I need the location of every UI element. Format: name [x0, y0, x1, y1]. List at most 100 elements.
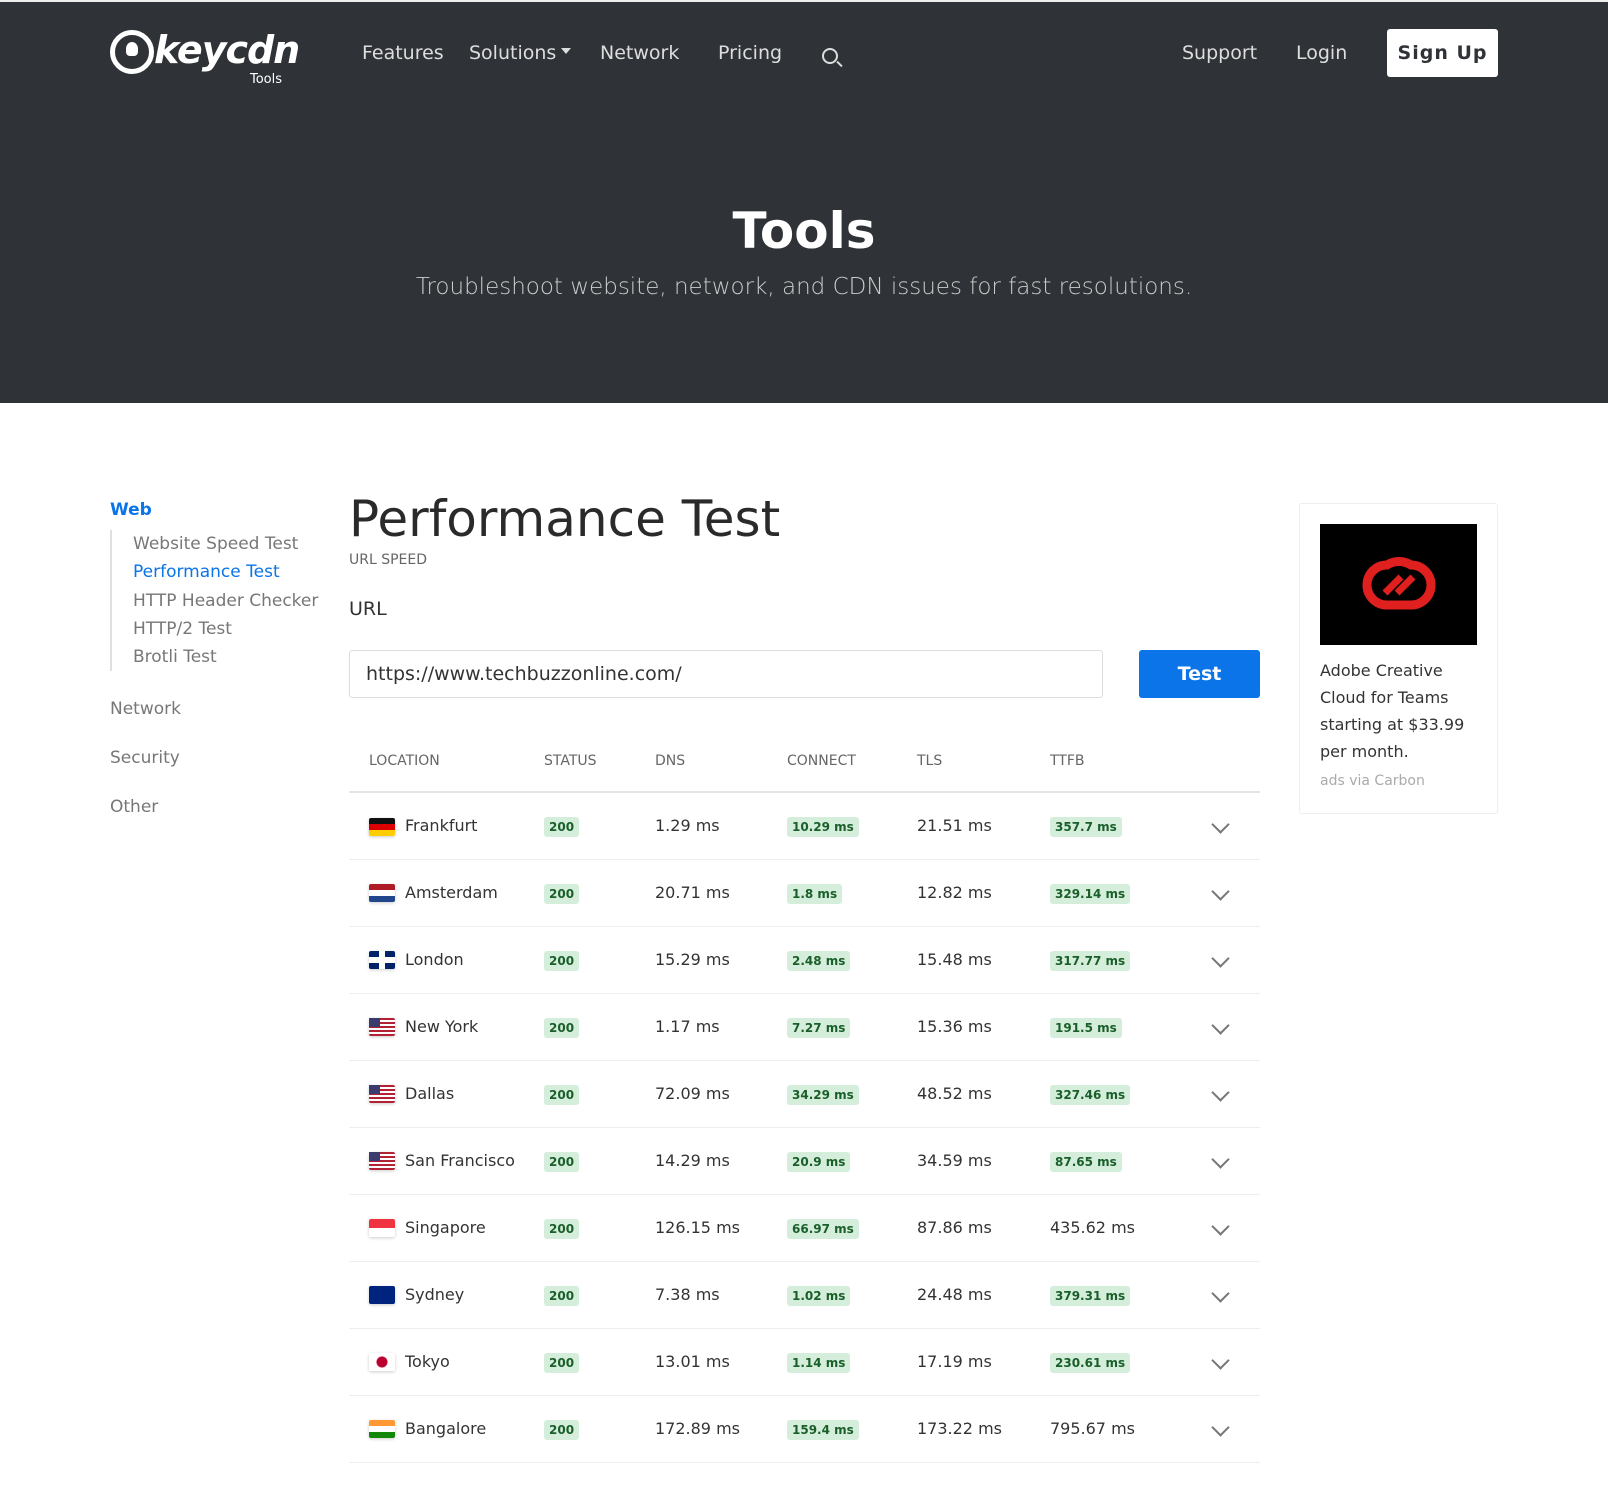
ttfb-value: 87.65 ms: [1050, 1152, 1122, 1172]
cell-connect: 34.29 ms: [787, 1060, 917, 1128]
cell-expand[interactable]: [1180, 993, 1260, 1061]
ttfb-value: 357.7 ms: [1050, 817, 1122, 838]
table-row[interactable]: London 200 15.29 ms 2.48 ms 15.48 ms 317.77 m…: [349, 926, 1260, 994]
dns-value: 13.01 ms: [655, 1352, 730, 1371]
column-header-dns: DNS: [655, 730, 787, 793]
chevron-down-icon[interactable]: [1210, 1150, 1230, 1169]
sidebar-item-brotli-test[interactable]: Brotli Test: [133, 643, 318, 671]
column-header-status: STATUS: [544, 730, 655, 793]
cell-expand[interactable]: [1180, 792, 1260, 860]
cell-location: Frankfurt: [349, 792, 544, 860]
table-row[interactable]: New York 200 1.17 ms 7.27 ms 15.36 ms 191.5 m…: [349, 993, 1260, 1061]
column-header-connect: CONNECT: [787, 730, 917, 793]
search-icon[interactable]: [822, 48, 838, 64]
tls-value: 34.59 ms: [917, 1151, 992, 1170]
cell-ttfb: 327.46 ms: [1050, 1060, 1180, 1128]
chevron-down-icon[interactable]: [1210, 815, 1230, 834]
cell-dns: 172.89 ms: [655, 1395, 787, 1463]
chevron-down-icon[interactable]: [1210, 882, 1230, 901]
sidebar-web[interactable]: Web: [110, 500, 318, 520]
ttfb-value: 191.5 ms: [1050, 1018, 1122, 1038]
sidebar-security[interactable]: Security: [110, 748, 318, 768]
cell-status: 200: [544, 859, 655, 927]
nav-pricing[interactable]: Pricing: [718, 42, 782, 64]
chevron-down-icon[interactable]: [1210, 949, 1230, 968]
sidebar-other[interactable]: Other: [110, 797, 318, 817]
nav-solutions[interactable]: Solutions: [469, 42, 572, 64]
chevron-down-icon[interactable]: [1210, 1083, 1230, 1102]
table-row[interactable]: Bangalore 200 172.89 ms 159.4 ms 173.22 ms 79…: [349, 1395, 1260, 1463]
cell-connect: 1.8 ms: [787, 859, 917, 927]
status-value: 200: [544, 884, 580, 904]
cell-expand[interactable]: [1180, 1127, 1260, 1195]
cell-connect: 1.14 ms: [787, 1328, 917, 1396]
table-row[interactable]: Dallas 200 72.09 ms 34.29 ms 48.52 ms 327.46 …: [349, 1060, 1260, 1128]
flag-us-icon: [369, 1018, 395, 1037]
column-header-location: LOCATION: [349, 730, 544, 793]
sidebar-item-http2-test[interactable]: HTTP/2 Test: [133, 615, 318, 643]
table-row[interactable]: Amsterdam 200 20.71 ms 1.8 ms 12.82 ms 329.14…: [349, 859, 1260, 927]
cell-expand[interactable]: [1180, 1060, 1260, 1128]
cell-location: San Francisco: [349, 1127, 544, 1195]
ad-attribution[interactable]: ads via Carbon: [1320, 773, 1477, 789]
cell-expand[interactable]: [1180, 926, 1260, 994]
keycdn-logo[interactable]: keycdn Tools: [110, 28, 300, 87]
hero-title: Tools: [732, 202, 876, 260]
chevron-down-icon[interactable]: [1210, 1351, 1230, 1370]
column-header-ttfb: TTFB: [1050, 730, 1180, 793]
nav-login[interactable]: Login: [1296, 42, 1347, 64]
hero-subtitle: Troubleshoot website, network, and CDN i…: [415, 274, 1193, 300]
url-input[interactable]: [349, 650, 1103, 698]
status-value: 200: [544, 1353, 580, 1373]
chevron-down-icon[interactable]: [1210, 1284, 1230, 1303]
table-row[interactable]: Tokyo 200 13.01 ms 1.14 ms 17.19 ms 230.61 ms: [349, 1328, 1260, 1396]
cell-connect: 7.27 ms: [787, 993, 917, 1061]
table-row[interactable]: San Francisco 200 14.29 ms 20.9 ms 34.59 ms 8…: [349, 1127, 1260, 1195]
cell-ttfb: 317.77 ms: [1050, 926, 1180, 994]
dns-value: 72.09 ms: [655, 1084, 730, 1103]
sidebar-network[interactable]: Network: [110, 699, 318, 719]
cell-tls: 24.48 ms: [917, 1261, 1050, 1329]
nav-network[interactable]: Network: [600, 42, 679, 64]
test-button[interactable]: Test: [1139, 650, 1260, 698]
tls-value: 12.82 ms: [917, 883, 992, 902]
adobe-cc-logo[interactable]: [1320, 524, 1477, 645]
table-row[interactable]: Frankfurt 200 1.29 ms 10.29 ms 21.51 ms 357.7…: [349, 792, 1260, 860]
cell-expand[interactable]: [1180, 1395, 1260, 1463]
ttfb-value: 379.31 ms: [1050, 1286, 1131, 1306]
location-name: Frankfurt: [405, 816, 478, 835]
connect-value: 159.4 ms: [787, 1420, 859, 1440]
cell-expand[interactable]: [1180, 859, 1260, 927]
cell-ttfb: 87.65 ms: [1050, 1127, 1180, 1195]
sidebar-item-http-header-checker[interactable]: HTTP Header Checker: [133, 586, 318, 615]
cell-expand[interactable]: [1180, 1261, 1260, 1329]
location-name: London: [405, 949, 464, 969]
connect-value: 20.9 ms: [787, 1152, 851, 1172]
cell-expand[interactable]: [1180, 1194, 1260, 1262]
url-label: URL: [349, 598, 387, 620]
chevron-down-icon[interactable]: [1210, 1418, 1230, 1437]
connect-value: 2.48 ms: [787, 951, 851, 971]
cell-location: Sydney: [349, 1261, 544, 1329]
cell-status: 200: [544, 792, 655, 860]
table-row[interactable]: Sydney 200 7.38 ms 1.02 ms 24.48 ms 379.31 ms: [349, 1261, 1260, 1329]
location-name: San Francisco: [405, 1150, 515, 1170]
ad-text[interactable]: Adobe Creative Cloud for Teams starting …: [1320, 657, 1477, 765]
carbon-ad[interactable]: Adobe Creative Cloud for Teams starting …: [1299, 503, 1498, 814]
caret-down-icon: [561, 48, 572, 59]
chevron-down-icon[interactable]: [1210, 1016, 1230, 1035]
cell-dns: 13.01 ms: [655, 1328, 787, 1396]
ttfb-value: 230.61 ms: [1050, 1353, 1131, 1373]
flag-sg-icon: [369, 1219, 395, 1238]
sidebar-item-website-speed-test[interactable]: Website Speed Test: [133, 530, 318, 558]
cell-location: New York: [349, 993, 544, 1061]
table-row[interactable]: Singapore 200 126.15 ms 66.97 ms 87.86 ms 435…: [349, 1194, 1260, 1262]
sidebar-item-performance-test[interactable]: Performance Test: [133, 558, 318, 586]
flag-de-icon: [369, 817, 395, 836]
cell-expand[interactable]: [1180, 1328, 1260, 1396]
sign-up-button[interactable]: Sign Up: [1387, 29, 1498, 77]
nav-features[interactable]: Features: [362, 42, 444, 64]
nav-support[interactable]: Support: [1182, 42, 1257, 64]
chevron-down-icon[interactable]: [1210, 1217, 1230, 1236]
status-value: 200: [544, 951, 580, 971]
